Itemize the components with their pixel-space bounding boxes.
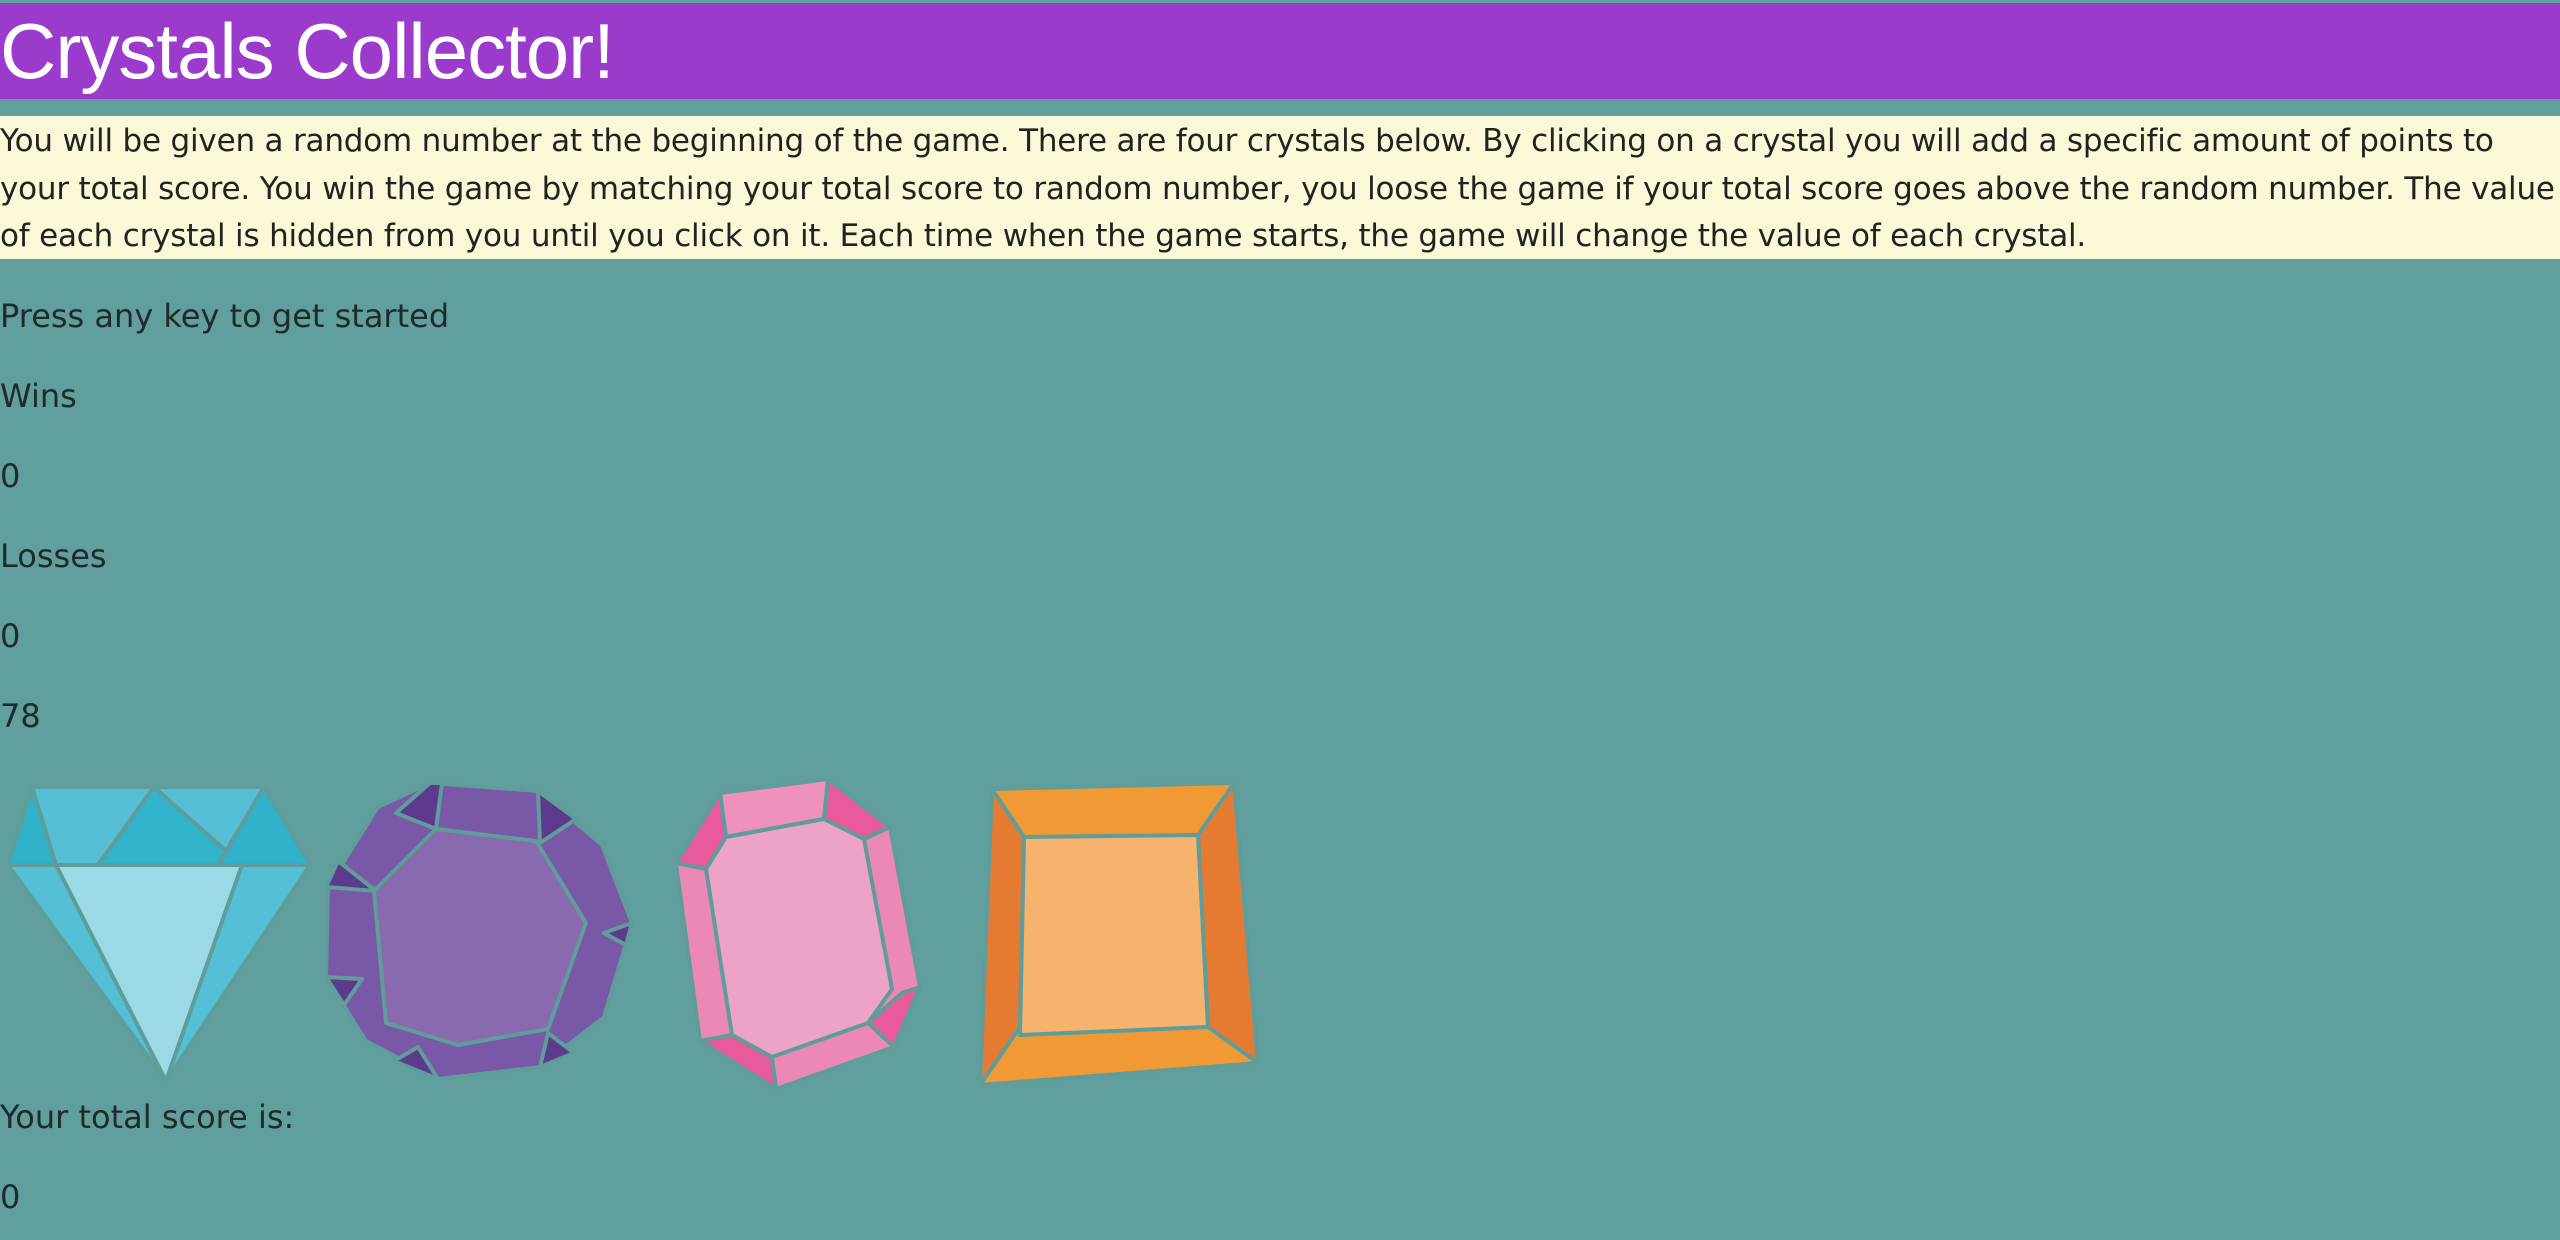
purple-gem-icon	[326, 783, 634, 1081]
wins-label: Wins	[0, 377, 77, 415]
page-title: Crystals Collector!	[0, 7, 615, 95]
wins-value: 0	[0, 457, 21, 495]
title-bar: Crystals Collector!	[0, 3, 2560, 99]
instructions-text: You will be given a random number at the…	[0, 123, 2555, 254]
orange-square-crystal[interactable]	[976, 779, 1262, 1089]
orange-gem-icon	[978, 781, 1260, 1087]
instructions-panel: You will be given a random number at the…	[0, 116, 2560, 259]
start-prompt: Press any key to get started	[0, 297, 450, 335]
pink-emerald-crystal[interactable]	[676, 779, 922, 1089]
losses-label: Losses	[0, 537, 107, 575]
crystal-row	[0, 775, 1280, 1090]
pink-gem-icon	[676, 779, 922, 1089]
score-label: Your total score is:	[0, 1098, 295, 1136]
target-number: 78	[0, 697, 41, 735]
blue-diamond-icon	[8, 787, 312, 1083]
blue-diamond-crystal[interactable]	[8, 787, 313, 1085]
purple-octagon-crystal[interactable]	[326, 783, 634, 1083]
losses-value: 0	[0, 617, 21, 655]
score-value: 0	[0, 1178, 21, 1216]
